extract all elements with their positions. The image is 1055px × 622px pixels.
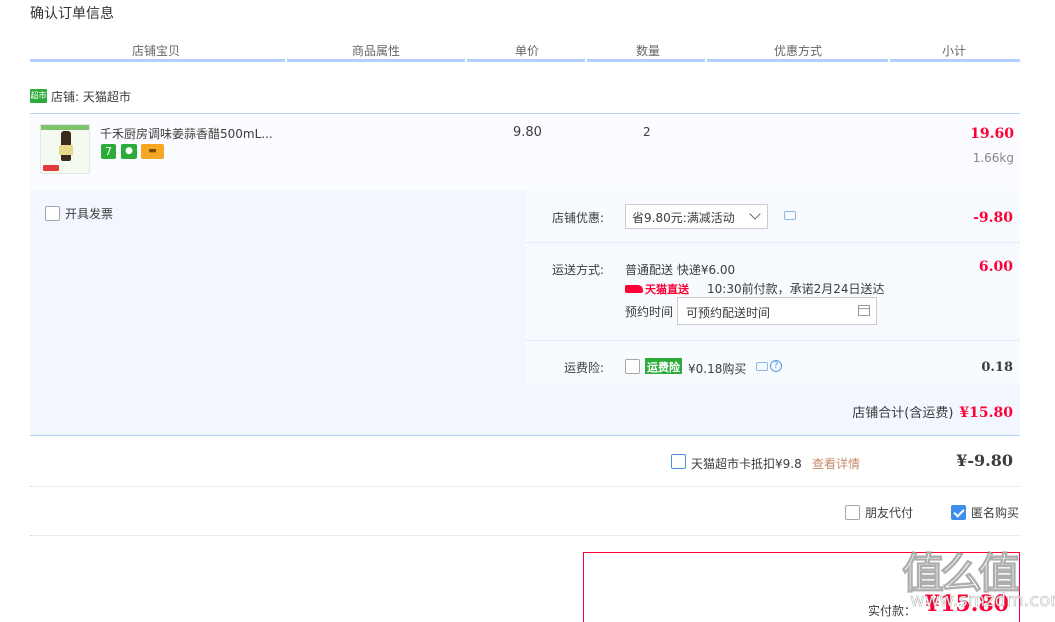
seven-day-return-icon[interactable]: 7 xyxy=(101,144,116,159)
invoice-checkbox[interactable] xyxy=(45,206,60,221)
quantity: 2 xyxy=(643,125,651,139)
anonymous-buy-checkbox[interactable] xyxy=(951,505,966,520)
shop-discount-label: 店铺优惠: xyxy=(551,211,604,225)
invoice-option[interactable]: 开具发票 xyxy=(45,205,113,222)
supermarket-card-row: 天猫超市卡抵扣¥9.8 查看详情 ¥-9.80 xyxy=(30,437,1020,487)
card-deduction-amount: ¥-9.80 xyxy=(956,451,1013,470)
delivery-truck-icon xyxy=(625,285,643,293)
item-weight: 1.66kg xyxy=(972,151,1014,165)
credit-card-pay-icon[interactable]: ▬ xyxy=(141,144,164,159)
unit-price: 9.80 xyxy=(513,125,542,140)
header-discount: 优惠方式 xyxy=(774,44,823,58)
insurance-amount: 0.18 xyxy=(981,360,1013,375)
shop-line: 超市 店铺: 天猫超市 xyxy=(30,86,1020,114)
insurance-price: ¥0.18购买 xyxy=(688,362,747,376)
site-watermark: 值么值 www.smzdm.com xyxy=(901,540,1055,622)
header-shop-item: 店铺宝贝 xyxy=(132,44,181,58)
anonymous-buy-option[interactable]: 匿名购买 xyxy=(951,504,1019,521)
schedule-label: 预约时间 xyxy=(625,305,674,319)
header-quantity: 数量 xyxy=(636,44,661,58)
shop-total-label: 店铺合计(含运费) xyxy=(852,406,954,421)
tmall-supermarket-logo-icon: 超市 xyxy=(30,89,47,103)
watermark-url: www.smzdm.com xyxy=(910,590,1055,612)
shop-discount-select[interactable]: 省9.80元:满减活动 xyxy=(625,204,768,229)
friend-pay-checkbox[interactable] xyxy=(845,505,860,520)
header-unit-price: 单价 xyxy=(515,44,540,58)
order-table-header: 店铺宝贝 商品属性 单价 数量 优惠方式 小计 xyxy=(30,40,1020,62)
shop-discount-amount: -9.80 xyxy=(973,210,1013,226)
tmall-direct-text: 天猫直送 xyxy=(645,283,689,296)
shop-total-amount: ¥15.80 xyxy=(959,405,1013,421)
insurance-label: 运费险: xyxy=(563,361,604,375)
product-thumbnail[interactable] xyxy=(40,124,90,174)
product-name-link[interactable]: 千禾厨房调味姜蒜香醋500mL... xyxy=(100,125,273,142)
order-options-block: 开具发票 店铺优惠: 省9.80元:满减活动 -9.80 运送方式: 普通配送 … xyxy=(30,190,1020,436)
delivery-promise: 10:30前付款，承诺2月24日送达 xyxy=(707,282,885,296)
schedule-placeholder: 可预约配送时间 xyxy=(686,306,771,320)
schedule-time-input[interactable]: 可预约配送时间 xyxy=(677,297,877,325)
shop-discount-selected: 省9.80元:满减活动 xyxy=(632,211,735,225)
shipping-label: 运送方式: xyxy=(551,263,604,277)
friend-pay-option[interactable]: 朋友代付 xyxy=(845,504,913,521)
calendar-icon[interactable] xyxy=(858,305,870,316)
shipping-method: 普通配送 快递¥6.00 xyxy=(625,263,736,277)
item-subtotal: 19.60 xyxy=(970,126,1014,142)
chevron-down-icon xyxy=(749,208,761,220)
friend-pay-label: 朋友代付 xyxy=(865,506,914,520)
invoice-label: 开具发票 xyxy=(65,207,114,221)
supermarket-card-checkbox[interactable] xyxy=(671,454,686,469)
insurance-checkbox[interactable] xyxy=(625,359,640,374)
chat-bubble-icon[interactable] xyxy=(784,211,796,220)
shipping-insurance-tag: 运费险 xyxy=(645,358,682,374)
tmall-direct-badge: 天猫直送 xyxy=(625,282,689,296)
page-title: 确认订单信息 xyxy=(30,6,114,22)
anonymous-buy-label: 匿名购买 xyxy=(971,506,1020,520)
help-icon[interactable]: ? xyxy=(770,360,782,372)
shop-name[interactable]: 店铺: 天猫超市 xyxy=(51,88,131,105)
service-guarantee-icon[interactable]: ● xyxy=(121,144,137,159)
order-item-row: 千禾厨房调味姜蒜香醋500mL... 7 ● ▬ 9.80 2 19.60 1.… xyxy=(30,114,1020,190)
payment-options-row: 朋友代付 匿名购买 xyxy=(30,488,1020,536)
shop-total: 店铺合计(含运费) ¥15.80 xyxy=(852,402,1013,421)
header-attributes: 商品属性 xyxy=(352,44,401,58)
supermarket-card-label: 天猫超市卡抵扣¥9.8 xyxy=(691,457,802,471)
shipping-amount: 6.00 xyxy=(978,259,1013,275)
chat-bubble-icon[interactable] xyxy=(756,362,768,371)
header-subtotal: 小计 xyxy=(942,44,967,58)
view-details-link[interactable]: 查看详情 xyxy=(812,455,860,472)
